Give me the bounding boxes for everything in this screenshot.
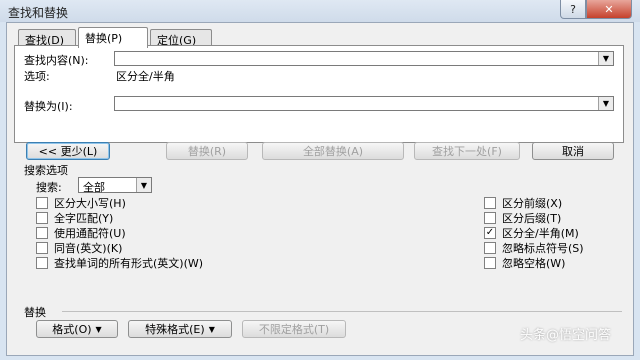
watermark: 头条@悟空问答 xyxy=(520,328,612,343)
checkbox-label: 区分前缀(X) xyxy=(502,197,563,210)
checkbox-label: 区分全/半角(M) xyxy=(502,227,579,240)
wildcards-checkbox[interactable]: 使用通配符(U) xyxy=(36,225,126,241)
replace-all-button[interactable]: 全部替换(A) xyxy=(262,142,404,160)
replace-label: 替换为(I): xyxy=(24,100,73,113)
less-button[interactable]: << 更少(L) xyxy=(26,142,110,160)
match-suffix-checkbox[interactable]: 区分后缀(T) xyxy=(484,210,561,226)
help-button[interactable]: ? xyxy=(560,0,586,19)
ignore-space-checkbox[interactable]: 忽略空格(W) xyxy=(484,255,565,271)
checkbox-box[interactable] xyxy=(484,242,496,254)
checkbox-box[interactable] xyxy=(36,212,48,224)
chevron-down-icon[interactable]: ▼ xyxy=(136,178,151,192)
checkbox-box[interactable] xyxy=(36,242,48,254)
checkbox-box[interactable] xyxy=(36,257,48,269)
checkbox-box[interactable] xyxy=(484,257,496,269)
search-options-heading: 搜索选项 xyxy=(24,164,68,177)
checkbox-label: 忽略标点符号(S) xyxy=(502,242,584,255)
ignore-punctuation-checkbox[interactable]: 忽略标点符号(S) xyxy=(484,240,584,256)
chevron-down-icon[interactable]: ▼ xyxy=(598,52,613,65)
checkbox-label: 全字匹配(Y) xyxy=(54,212,114,225)
find-input[interactable]: ▼ xyxy=(114,51,614,66)
checkbox-box[interactable] xyxy=(484,212,496,224)
checkbox-box[interactable] xyxy=(36,227,48,239)
search-direction-label: 搜索: xyxy=(36,181,62,194)
match-prefix-checkbox[interactable]: 区分前缀(X) xyxy=(484,195,562,211)
no-formatting-button[interactable]: 不限定格式(T) xyxy=(242,320,346,338)
format-button[interactable]: 格式(O) ▼ xyxy=(36,320,118,338)
dropdown-arrow-icon: ▼ xyxy=(95,324,102,334)
replace-section-heading: 替换 xyxy=(24,306,46,319)
match-width-checkbox[interactable]: ✓ 区分全/半角(M) xyxy=(484,225,579,241)
find-replace-dialog: 查找和替换 ? ✕ 查找(D) 替换(P) 定位(G) 查找内容(N): ▼ 选… xyxy=(0,0,640,360)
cancel-button[interactable]: 取消 xyxy=(532,142,614,160)
checkbox-box[interactable] xyxy=(484,197,496,209)
special-format-button[interactable]: 特殊格式(E) ▼ xyxy=(128,320,232,338)
format-button-label: 格式(O) xyxy=(52,323,92,336)
match-case-checkbox[interactable]: 区分大小写(H) xyxy=(36,195,126,211)
checkbox-label: 忽略空格(W) xyxy=(502,257,566,270)
close-button[interactable]: ✕ xyxy=(586,0,632,19)
find-next-button[interactable]: 查找下一处(F) xyxy=(414,142,520,160)
whole-word-checkbox[interactable]: 全字匹配(Y) xyxy=(36,210,113,226)
sounds-like-checkbox[interactable]: 同音(英文)(K) xyxy=(36,240,122,256)
search-direction-select[interactable]: 全部 ▼ xyxy=(78,177,152,194)
check-mark-icon: ✓ xyxy=(485,227,495,238)
tab-replace[interactable]: 替换(P) xyxy=(78,27,148,48)
dropdown-arrow-icon: ▼ xyxy=(208,324,215,334)
replace-button[interactable]: 替换(R) xyxy=(166,142,248,160)
checkbox-label: 区分后缀(T) xyxy=(502,212,562,225)
special-format-label: 特殊格式(E) xyxy=(145,323,205,336)
title-bar[interactable]: 查找和替换 ? ✕ xyxy=(0,0,640,22)
checkbox-label: 区分大小写(H) xyxy=(54,197,126,210)
checkbox-box[interactable] xyxy=(36,197,48,209)
section-divider xyxy=(62,311,622,312)
all-word-forms-checkbox[interactable]: 查找单词的所有形式(英文)(W) xyxy=(36,255,203,271)
checkbox-label: 同音(英文)(K) xyxy=(54,242,123,255)
find-label: 查找内容(N): xyxy=(24,54,89,67)
replace-input[interactable]: ▼ xyxy=(114,96,614,111)
options-label: 选项: xyxy=(24,70,50,83)
checkbox-label: 使用通配符(U) xyxy=(54,227,126,240)
window-title: 查找和替换 xyxy=(8,6,69,20)
checkbox-box[interactable]: ✓ xyxy=(484,227,496,239)
options-value: 区分全/半角 xyxy=(116,70,175,83)
checkbox-label: 查找单词的所有形式(英文)(W) xyxy=(54,257,204,270)
chevron-down-icon[interactable]: ▼ xyxy=(598,97,613,110)
search-direction-value: 全部 xyxy=(83,181,105,194)
